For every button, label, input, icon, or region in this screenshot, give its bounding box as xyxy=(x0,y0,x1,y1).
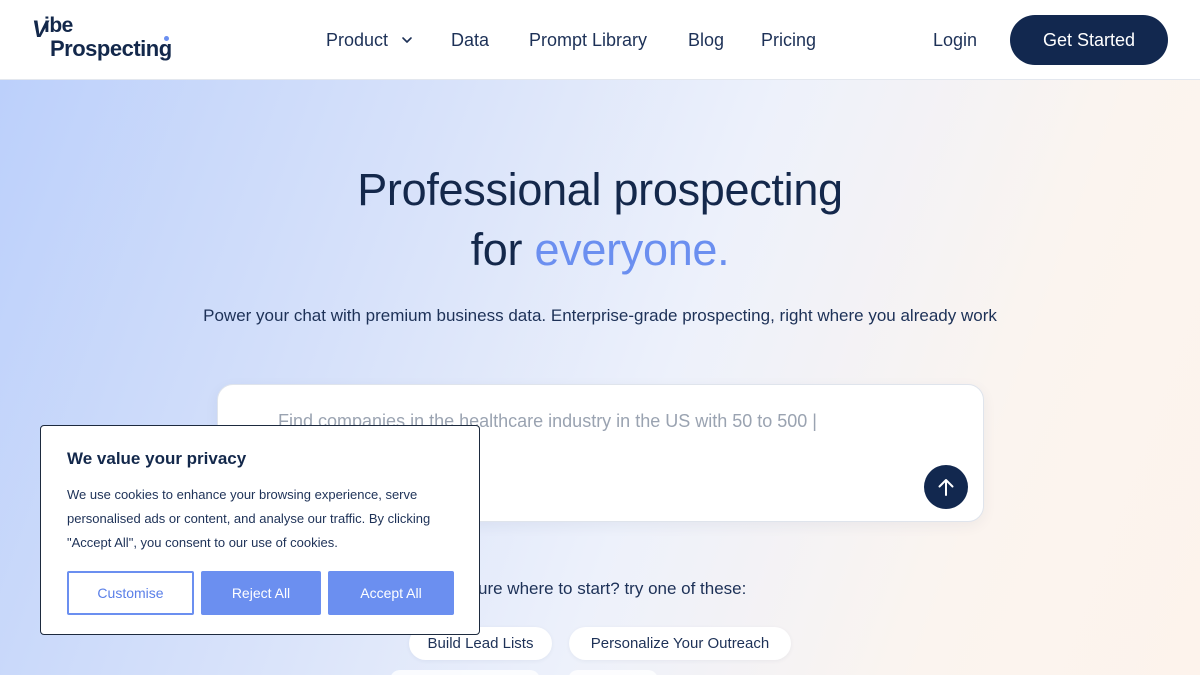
nav-prompt-library[interactable]: Prompt Library xyxy=(529,28,647,52)
nav-blog[interactable]: Blog xyxy=(688,28,724,52)
site-header: V ibe Prospecting Product Data Prompt Li… xyxy=(0,0,1200,80)
reject-all-button[interactable]: Reject All xyxy=(201,571,321,615)
get-started-button[interactable]: Get Started xyxy=(1010,15,1168,65)
hero-subtitle: Power your chat with premium business da… xyxy=(203,306,997,325)
nav-product-label: Product xyxy=(326,29,389,50)
logo[interactable]: V ibe Prospecting xyxy=(30,14,192,66)
send-button[interactable] xyxy=(924,465,968,509)
login-link[interactable]: Login xyxy=(933,28,977,52)
suggestion-chip[interactable]: Personalize Your Outreach xyxy=(569,627,791,660)
suggestion-chip-partial[interactable] xyxy=(568,670,658,675)
nav-pricing[interactable]: Pricing xyxy=(761,28,816,52)
hero-title-accent: everyone. xyxy=(534,224,730,275)
hero-title-prefix: for xyxy=(470,224,523,275)
cookie-text: We use cookies to enhance your browsing … xyxy=(67,487,431,550)
cookie-consent-dialog: We value your privacy We use cookies to … xyxy=(40,425,480,635)
suggestions-label: ure where to start? try one of these: xyxy=(478,579,747,598)
hero-title: Professional prospecting for everyone. xyxy=(0,160,1200,280)
accept-all-button[interactable]: Accept All xyxy=(328,571,454,615)
chevron-down-icon xyxy=(402,37,412,43)
logo-line-2: Prospecting xyxy=(50,36,172,61)
logo-dot xyxy=(164,36,169,41)
nav-product[interactable]: Product xyxy=(326,28,414,52)
logo-line-1: ibe xyxy=(44,14,73,37)
hero-title-line-2: for everyone. xyxy=(0,220,1200,280)
cookie-title: We value your privacy xyxy=(67,449,247,468)
nav-data[interactable]: Data xyxy=(451,28,489,52)
suggestion-chip-partial[interactable] xyxy=(390,670,540,675)
customise-button[interactable]: Customise xyxy=(67,571,194,615)
hero-title-line-1: Professional prospecting xyxy=(357,164,843,215)
arrow-up-icon xyxy=(938,479,954,496)
